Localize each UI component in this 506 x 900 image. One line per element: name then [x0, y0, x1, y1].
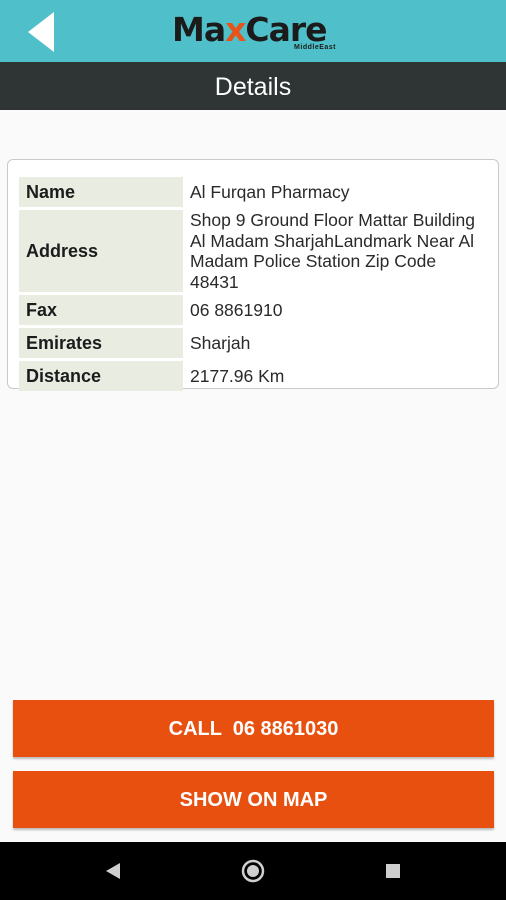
detail-row-address: Address Shop 9 Ground Floor Mattar Build… — [19, 210, 489, 292]
nav-back-button[interactable] — [100, 858, 126, 884]
detail-value: 2177.96 Km — [190, 365, 285, 386]
app-header: MaxCare MiddleEast — [0, 0, 506, 62]
detail-label: Distance — [19, 361, 183, 391]
nav-recents-button[interactable] — [380, 858, 406, 884]
detail-label: Fax — [19, 295, 183, 325]
detail-value: Sharjah — [190, 332, 251, 353]
details-card: Name Al Furqan Pharmacy Address Shop 9 G… — [7, 159, 499, 391]
back-arrow-icon — [28, 12, 54, 52]
app-logo: MaxCare MiddleEast — [172, 10, 342, 54]
detail-row-name: Name Al Furqan Pharmacy — [19, 177, 489, 207]
back-button[interactable] — [22, 10, 62, 54]
nav-home-button[interactable] — [240, 858, 266, 884]
detail-label: Name — [19, 177, 183, 207]
show-on-map-button[interactable]: SHOW ON MAP — [13, 771, 494, 828]
logo-subtitle: MiddleEast — [294, 44, 336, 51]
details-table: Name Al Furqan Pharmacy Address Shop 9 G… — [19, 174, 489, 394]
nav-back-icon — [106, 863, 120, 879]
detail-row-distance: Distance 2177.96 Km — [19, 361, 489, 391]
detail-value: Shop 9 Ground Floor Mattar Building Al M… — [190, 210, 476, 292]
detail-value: 06 8861910 — [190, 299, 283, 320]
detail-row-emirates: Emirates Sharjah — [19, 328, 489, 358]
detail-row-fax: Fax 06 8861910 — [19, 295, 489, 325]
call-button[interactable]: CALL 06 8861030 — [13, 700, 494, 757]
detail-label: Address — [19, 210, 183, 292]
nav-home-icon — [241, 859, 265, 883]
page-title: Details — [0, 62, 506, 110]
nav-recents-icon — [386, 864, 400, 878]
detail-value: Al Furqan Pharmacy — [190, 181, 350, 202]
system-nav-bar — [0, 842, 506, 900]
detail-label: Emirates — [19, 328, 183, 358]
